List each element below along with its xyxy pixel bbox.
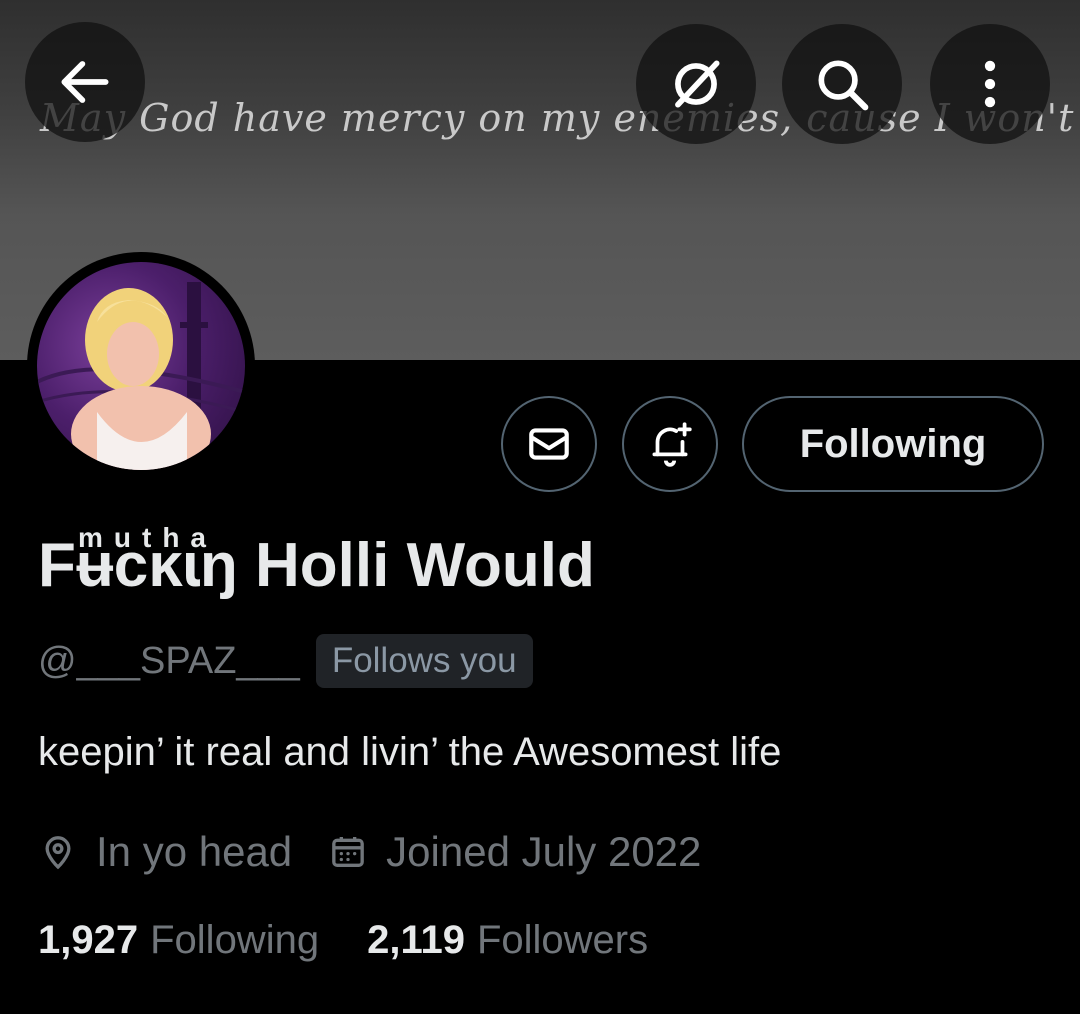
more-vertical-icon <box>984 60 996 108</box>
followers-count: 2,119 <box>367 918 465 962</box>
calendar-icon <box>328 832 368 872</box>
profile-stats: 1,927 Following 2,119 Followers <box>38 918 648 963</box>
envelope-icon <box>529 428 569 460</box>
bell-plus-icon <box>652 422 692 467</box>
following-label: Following <box>150 918 320 962</box>
follows-you-badge: Follows you <box>315 634 533 688</box>
grok-button[interactable] <box>636 24 756 144</box>
location-icon <box>38 832 78 872</box>
grok-icon <box>675 60 720 108</box>
arrow-left-icon <box>61 61 109 103</box>
banner-text: May God have mercy on my enemies, cause … <box>40 96 1075 140</box>
profile-avatar[interactable] <box>27 252 255 480</box>
display-name: Fʉcĸɩŋ Holli Would <box>38 531 595 600</box>
message-button[interactable] <box>501 396 597 492</box>
followers-stat[interactable]: 2,119 Followers <box>367 918 648 963</box>
profile-meta: In yo head Joined July 2022 <box>38 826 701 878</box>
joined-date: Joined July 2022 <box>386 828 702 875</box>
followers-label: Followers <box>476 918 649 962</box>
avatar-illustration <box>37 282 245 470</box>
search-button[interactable] <box>782 24 902 144</box>
following-count: 1,927 <box>38 918 139 962</box>
profile-bio: keepin’ it real and livin’ the Awesomest… <box>38 730 782 774</box>
following-button[interactable]: Following <box>742 396 1044 492</box>
following-stat[interactable]: 1,927 Following <box>38 918 319 963</box>
avatar-image <box>37 262 245 470</box>
more-options-button[interactable] <box>930 24 1050 144</box>
handle-row: @___SPAZ___ Follows you <box>38 634 533 688</box>
notifications-button[interactable] <box>622 396 718 492</box>
search-icon <box>818 60 869 111</box>
back-button[interactable] <box>25 22 145 142</box>
user-handle: @___SPAZ___ <box>38 639 300 682</box>
location-text: In yo head <box>96 828 293 875</box>
